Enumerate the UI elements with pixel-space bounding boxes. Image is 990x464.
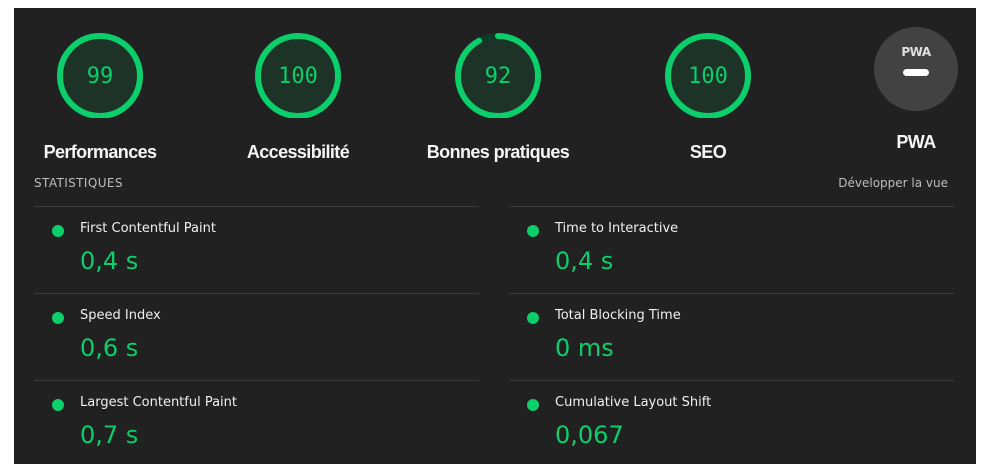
metrics-section-title: STATISTIQUES <box>34 176 123 190</box>
metric-value: 0,7 s <box>80 421 139 449</box>
pass-status-icon <box>52 399 64 411</box>
metric-speed-index: Speed Index 0,6 s <box>34 293 479 380</box>
metric-title: First Contentful Paint <box>80 221 216 236</box>
metric-title: Time to Interactive <box>555 221 679 236</box>
metric-title: Cumulative Layout Shift <box>555 395 712 410</box>
gauge-seo[interactable]: 100 SEO <box>613 18 803 162</box>
gauge-label: Performances <box>43 142 157 162</box>
pwa-badge-icon[interactable]: PWA <box>874 27 958 111</box>
metric-value: 0,6 s <box>80 334 139 362</box>
pwa-badge-text: PWA <box>901 45 931 59</box>
metric-value: 0,067 <box>555 421 624 449</box>
gauge-score: 100 <box>278 64 318 89</box>
metric-total-blocking-time: Total Blocking Time 0 ms <box>509 293 954 380</box>
gauge-score: 92 <box>484 64 512 89</box>
pass-status-icon <box>52 312 64 324</box>
gauge-label: Accessibilité <box>246 142 350 162</box>
gauge-score: 100 <box>688 64 728 89</box>
metric-first-contentful-paint: First Contentful Paint 0,4 s <box>34 206 479 293</box>
pass-status-icon <box>527 312 539 324</box>
gauge-accessibility[interactable]: 100 Accessibilité <box>203 18 393 162</box>
lighthouse-report-panel: 99 Performances 100 Accessibilité 92 Bon… <box>14 8 976 464</box>
metric-cumulative-layout-shift: Cumulative Layout Shift 0,067 <box>509 380 954 464</box>
metric-value: 0,4 s <box>555 247 614 275</box>
metric-title: Speed Index <box>80 308 161 323</box>
pass-status-icon <box>527 399 539 411</box>
gauge-score: 99 <box>86 64 114 89</box>
metric-title: Total Blocking Time <box>555 308 681 323</box>
metric-time-to-interactive: Time to Interactive 0,4 s <box>509 206 954 293</box>
gauge-best-practices[interactable]: 92 Bonnes pratiques <box>403 18 593 162</box>
expand-view-toggle[interactable]: Développer la vue <box>838 176 948 190</box>
pwa-dash-icon <box>903 69 929 76</box>
gauge-label: SEO <box>689 142 727 162</box>
gauge-performance[interactable]: 99 Performances <box>14 18 195 162</box>
metric-value: 0 ms <box>555 334 614 362</box>
pwa-label: PWA <box>896 132 936 152</box>
metric-title: Largest Contentful Paint <box>80 395 238 410</box>
gauge-label: Bonnes pratiques <box>426 142 570 162</box>
metric-value: 0,4 s <box>80 247 139 275</box>
metric-largest-contentful-paint: Largest Contentful Paint 0,7 s <box>34 380 479 464</box>
pass-status-icon <box>52 225 64 237</box>
pass-status-icon <box>527 225 539 237</box>
